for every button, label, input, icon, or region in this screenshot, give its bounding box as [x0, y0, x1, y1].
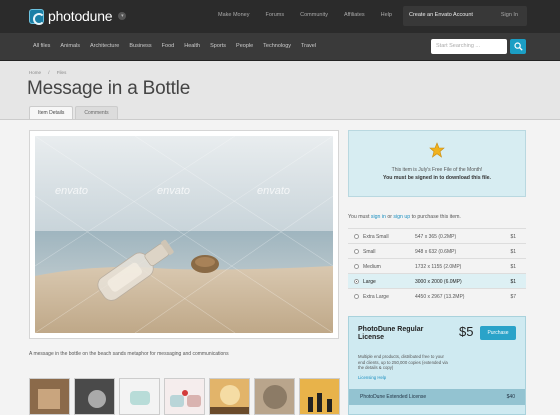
- tab-comments[interactable]: Comments: [75, 106, 118, 119]
- category-all-files[interactable]: All files: [33, 43, 50, 49]
- size-option-selected[interactable]: Large 3000 x 2000 (6.0MP) $1: [348, 273, 526, 288]
- size-option[interactable]: Small 948 x 632 (0.6MP) $1: [348, 243, 526, 258]
- notice-free-file-text: This item is July's Free File of the Mon…: [391, 167, 483, 173]
- size-option[interactable]: Medium 1732 x 1155 (2.0MP) $1: [348, 258, 526, 273]
- size-price: $1: [510, 279, 516, 285]
- breadcrumb: Home / Files: [29, 70, 72, 75]
- notice-signin-text: You must be signed in to download this f…: [383, 175, 491, 181]
- nav-affiliates[interactable]: Affiliates: [344, 12, 365, 18]
- prompt-text-post: to purchase this item.: [410, 214, 461, 220]
- thumbnail-6[interactable]: [254, 378, 295, 415]
- thumbnail-7[interactable]: [299, 378, 340, 415]
- size-radio[interactable]: [354, 294, 359, 299]
- extended-license-row[interactable]: PhotoDune Extended License $40: [349, 389, 525, 405]
- size-radio[interactable]: [354, 264, 359, 269]
- nav-forums[interactable]: Forums: [266, 12, 285, 18]
- category-travel[interactable]: Travel: [301, 43, 316, 49]
- account-box: Create an Envato Account Sign In: [403, 6, 527, 26]
- watermark-text: envato: [257, 185, 290, 197]
- category-architecture[interactable]: Architecture: [90, 43, 119, 49]
- size-radio[interactable]: [354, 249, 359, 254]
- related-thumbnails: [29, 378, 344, 415]
- search-input[interactable]: Start Searching ...: [431, 39, 507, 54]
- prompt-text-pre: You must: [348, 214, 371, 220]
- license-price: $5: [459, 324, 474, 339]
- star-icon: [429, 142, 445, 158]
- create-account-link[interactable]: Create an Envato Account: [409, 12, 473, 18]
- free-file-notice: This item is July's Free File of the Mon…: [348, 130, 526, 197]
- sign-up-link[interactable]: sign up: [393, 214, 410, 220]
- search-button[interactable]: [510, 39, 526, 54]
- sign-in-link[interactable]: Sign In: [501, 12, 518, 18]
- size-dimensions: 948 x 632 (0.6MP): [415, 249, 457, 255]
- size-option[interactable]: Extra Large 4450 x 2967 (13.2MP) $7: [348, 288, 526, 303]
- category-animals[interactable]: Animals: [60, 43, 80, 49]
- size-options: Extra Small 547 x 365 (0.2MP) $1 Small 9…: [348, 228, 526, 303]
- extended-license-price: $40: [506, 394, 515, 400]
- thumbnail-4[interactable]: [164, 378, 205, 415]
- size-name: Large: [363, 279, 376, 285]
- tab-item-details[interactable]: Item Details: [29, 106, 74, 119]
- size-dimensions: 547 x 365 (0.2MP): [415, 234, 457, 240]
- image-caption: A message in the bottle on the beach san…: [29, 351, 229, 357]
- breadcrumb-home[interactable]: Home: [29, 70, 41, 75]
- photodune-logo-icon: [29, 8, 45, 25]
- license-panel: PhotoDune Regular License $5 Purchase Mu…: [348, 316, 526, 415]
- licensing-help-link[interactable]: Licensing Help: [358, 375, 386, 380]
- item-tabs: Item Details Comments: [29, 106, 120, 119]
- preview-image[interactable]: envato envato envato: [35, 136, 333, 333]
- breadcrumb-separator: /: [48, 70, 50, 75]
- license-description: Multiple end products, distributed free …: [358, 354, 448, 370]
- size-option[interactable]: Extra Small 547 x 365 (0.2MP) $1: [348, 228, 526, 243]
- category-sports[interactable]: Sports: [210, 43, 226, 49]
- category-bar: All files Animals Architecture Business …: [0, 33, 560, 61]
- thumbnail-2[interactable]: [74, 378, 115, 415]
- thumbnail-3[interactable]: [119, 378, 160, 415]
- license-name: PhotoDune Regular License: [358, 326, 424, 341]
- nav-make-money[interactable]: Make Money: [218, 12, 250, 18]
- size-price: $1: [510, 264, 516, 270]
- size-name: Extra Large: [363, 294, 389, 300]
- category-health[interactable]: Health: [184, 43, 200, 49]
- category-technology[interactable]: Technology: [263, 43, 291, 49]
- size-dimensions: 3000 x 2000 (6.0MP): [415, 279, 462, 285]
- thumbnail-1[interactable]: [29, 378, 70, 415]
- size-name: Small: [363, 249, 376, 255]
- size-price: $7: [510, 294, 516, 300]
- purchase-button[interactable]: Purchase: [480, 326, 516, 340]
- size-radio[interactable]: [354, 279, 359, 284]
- top-nav: Make Money Forums Community Affiliates H…: [218, 12, 408, 18]
- watermark-text: envato: [157, 185, 190, 197]
- logo-text: photodune: [48, 8, 113, 24]
- search-icon: [514, 42, 523, 51]
- chevron-down-icon[interactable]: ▾: [118, 12, 127, 20]
- nav-community[interactable]: Community: [300, 12, 328, 18]
- size-name: Medium: [363, 264, 381, 270]
- category-business[interactable]: Business: [129, 43, 151, 49]
- top-bar: photodune ▾ Make Money Forums Community …: [0, 0, 560, 33]
- breadcrumb-files[interactable]: Files: [57, 70, 67, 75]
- page-title: Message in a Bottle: [27, 78, 191, 99]
- category-food[interactable]: Food: [162, 43, 175, 49]
- watermark-text: envato: [55, 185, 88, 197]
- category-people[interactable]: People: [236, 43, 253, 49]
- size-dimensions: 1732 x 1155 (2.0MP): [415, 264, 462, 270]
- size-name: Extra Small: [363, 234, 389, 240]
- thumbnail-5[interactable]: [209, 378, 250, 415]
- size-radio[interactable]: [354, 234, 359, 239]
- size-price: $1: [510, 234, 516, 240]
- nav-help[interactable]: Help: [381, 12, 392, 18]
- preview-image-frame: envato envato envato: [29, 130, 339, 339]
- site-logo[interactable]: photodune ▾: [29, 8, 127, 25]
- extended-license-name: PhotoDune Extended License: [360, 394, 427, 400]
- size-dimensions: 4450 x 2967 (13.2MP): [415, 294, 465, 300]
- size-price: $1: [510, 249, 516, 255]
- sign-in-link[interactable]: sign in: [371, 214, 386, 220]
- purchase-prompt: You must sign in or sign up to purchase …: [348, 214, 461, 220]
- category-nav: All files Animals Architecture Business …: [33, 43, 326, 49]
